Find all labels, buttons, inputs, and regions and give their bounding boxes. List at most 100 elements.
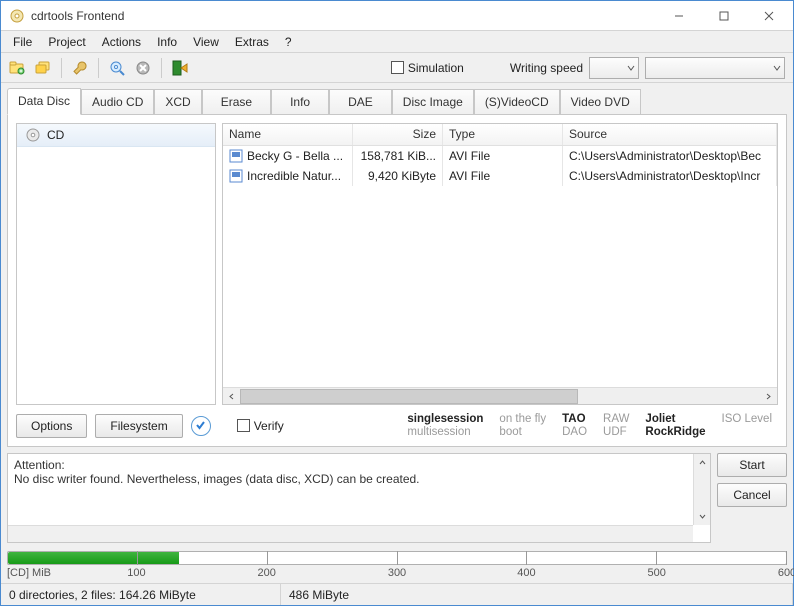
disc-usage-ruler: [CD] MiB 100200300400500600	[7, 567, 787, 583]
ruler-tick	[526, 551, 527, 565]
col-size[interactable]: Size	[353, 124, 443, 145]
fs-check-indicator[interactable]	[191, 416, 211, 436]
statusbar: 0 directories, 2 files: 164.26 MiByte 48…	[1, 583, 793, 605]
menu-view[interactable]: View	[185, 33, 227, 51]
video-file-icon	[229, 169, 243, 183]
toolbar: Simulation Writing speed	[1, 53, 793, 83]
toolbar-cancel-icon[interactable]	[131, 56, 155, 80]
tree-panel[interactable]: CD	[16, 123, 216, 405]
tab-video-dvd[interactable]: Video DVD	[560, 89, 641, 115]
video-file-icon	[229, 149, 243, 163]
tab-svideocd[interactable]: (S)VideoCD	[474, 89, 560, 115]
scroll-left-icon[interactable]	[223, 389, 240, 404]
col-name[interactable]: Name	[223, 124, 353, 145]
vscrollbar[interactable]	[693, 454, 710, 525]
menu-project[interactable]: Project	[40, 33, 93, 51]
menu-file[interactable]: File	[5, 33, 40, 51]
scroll-up-icon[interactable]	[694, 454, 711, 471]
mode-multisession: multisession	[407, 426, 483, 438]
filesystem-button[interactable]: Filesystem	[95, 414, 182, 438]
mode-rockridge: RockRidge	[645, 426, 705, 438]
ruler-tick	[397, 551, 398, 565]
tab-erase[interactable]: Erase	[202, 89, 271, 115]
menu-info[interactable]: Info	[149, 33, 185, 51]
scroll-down-icon[interactable]	[694, 508, 711, 525]
col-source[interactable]: Source	[563, 124, 777, 145]
menu-actions[interactable]: Actions	[94, 33, 149, 51]
start-button[interactable]: Start	[717, 453, 787, 477]
device-dropdown[interactable]	[645, 57, 785, 79]
titlebar: cdrtools Frontend	[1, 1, 793, 31]
cancel-button[interactable]: Cancel	[717, 483, 787, 507]
toolbar-folder-stack-icon[interactable]	[31, 56, 55, 80]
cell-source: C:\Users\Administrator\Desktop\Incr	[563, 166, 777, 186]
ruler-unit-label: [CD] MiB	[7, 567, 51, 579]
hscrollbar[interactable]	[223, 387, 777, 404]
toolbar-exit-icon[interactable]	[168, 56, 192, 80]
scroll-track[interactable]	[240, 389, 760, 404]
col-type[interactable]: Type	[443, 124, 563, 145]
ruler-tick-label: 600	[778, 567, 794, 579]
disc-icon	[25, 127, 41, 143]
status-mid: 486 MiByte	[281, 584, 793, 605]
cell-name: Incredible Natur...	[247, 169, 341, 183]
mode-on-the-fly: on the fly	[499, 413, 546, 425]
simulation-label: Simulation	[408, 61, 464, 75]
ruler-tick	[267, 551, 268, 565]
simulation-checkbox[interactable]: Simulation	[391, 61, 464, 75]
ruler-tick	[137, 551, 138, 565]
ruler-tick-label: 400	[517, 567, 535, 579]
chevron-down-icon	[627, 64, 635, 72]
menu-extras[interactable]: Extras	[227, 33, 277, 51]
tab-dae[interactable]: DAE	[329, 89, 392, 115]
verify-checkbox[interactable]: Verify	[237, 419, 284, 433]
tab-info[interactable]: Info	[271, 89, 329, 115]
scroll-right-icon[interactable]	[760, 389, 777, 404]
file-list-panel: Name Size Type Source Becky G - Bella ..…	[222, 123, 778, 405]
tab-audio-cd[interactable]: Audio CD	[81, 89, 154, 115]
mode-singlesession: singlesession	[407, 413, 483, 425]
toolbar-add-file-icon[interactable]	[5, 56, 29, 80]
cell-type: AVI File	[443, 146, 563, 166]
hscrollbar[interactable]	[8, 525, 693, 542]
tab-disc-image[interactable]: Disc Image	[392, 89, 474, 115]
toolbar-disc-search-icon[interactable]	[105, 56, 129, 80]
cell-type: AVI File	[443, 166, 563, 186]
disc-usage-area: [CD] MiB 100200300400500600	[7, 551, 787, 583]
close-button[interactable]	[746, 1, 791, 30]
mode-tao: TAO	[562, 413, 587, 425]
maximize-button[interactable]	[701, 1, 746, 30]
ruler-tick	[786, 551, 787, 565]
menu-help[interactable]: ?	[277, 33, 300, 51]
data-disc-page: CD Name Size Type Source Becky G - Bella…	[7, 114, 787, 447]
ruler-tick-label: 500	[648, 567, 666, 579]
chevron-down-icon	[773, 64, 781, 72]
mode-dao: DAO	[562, 426, 587, 438]
message-heading: Attention:	[14, 458, 704, 472]
options-button[interactable]: Options	[16, 414, 87, 438]
tab-data-disc[interactable]: Data Disc	[7, 88, 81, 115]
disc-usage-bar	[7, 551, 787, 565]
tab-xcd[interactable]: XCD	[154, 89, 201, 115]
file-list-header: Name Size Type Source	[223, 124, 777, 146]
mode-iso-level: ISO Level	[722, 413, 773, 425]
verify-label: Verify	[254, 419, 284, 433]
cell-name: Becky G - Bella ...	[247, 149, 343, 163]
action-buttons: Start Cancel	[717, 453, 787, 543]
scroll-thumb[interactable]	[240, 389, 578, 404]
message-panel: Attention: No disc writer found. Neverth…	[7, 453, 711, 543]
title-text: cdrtools Frontend	[31, 9, 656, 23]
file-list-body[interactable]: Becky G - Bella ... 158,781 KiB... AVI F…	[223, 146, 777, 387]
list-item[interactable]: Becky G - Bella ... 158,781 KiB... AVI F…	[223, 146, 777, 166]
disc-usage-fill	[8, 552, 179, 564]
mode-status-grid: singlesession on the fly TAO RAW Joliet …	[407, 413, 778, 438]
writing-speed-dropdown[interactable]	[589, 57, 639, 79]
tree-root-cd[interactable]: CD	[17, 124, 215, 147]
list-item[interactable]: Incredible Natur... 9,420 KiByte AVI Fil…	[223, 166, 777, 186]
minimize-button[interactable]	[656, 1, 701, 30]
toolbar-wrench-icon[interactable]	[68, 56, 92, 80]
tree-root-label: CD	[47, 128, 64, 142]
window-controls	[656, 1, 791, 30]
message-body: No disc writer found. Nevertheless, imag…	[14, 472, 704, 486]
lower-region: Attention: No disc writer found. Neverth…	[7, 453, 787, 543]
